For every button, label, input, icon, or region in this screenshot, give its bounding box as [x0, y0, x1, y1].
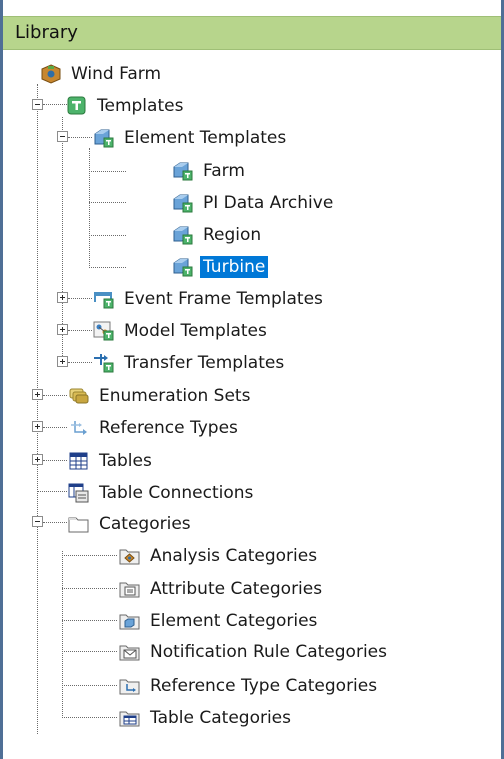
database-icon: [40, 64, 62, 84]
tree-node-label: Analysis Categories: [150, 546, 318, 566]
tree-branch: [37, 491, 67, 492]
folder-icon: [68, 514, 90, 534]
tree-branch: [62, 717, 117, 718]
table-connection-icon: [68, 483, 90, 503]
tree-line-categories: [62, 551, 63, 718]
tree-branch: [68, 362, 92, 363]
tree-node-label: Wind Farm: [71, 64, 162, 84]
library-tree: Wind Farm Templates Element Templates Fa…: [0, 0, 504, 759]
expand-enumeration-sets-toggle[interactable]: [32, 389, 43, 400]
tree-node-label: Element Categories: [150, 611, 318, 631]
table-icon: [68, 451, 90, 471]
collapse-element-templates-toggle[interactable]: [57, 131, 68, 142]
tree-branch: [89, 171, 126, 172]
tree-line-root: [37, 84, 38, 734]
element-template-icon: [172, 193, 194, 213]
tree-node-label: Farm: [203, 161, 245, 181]
tree-node-label: Notification Rule Categories: [150, 642, 387, 662]
tree-node-label: Tables: [99, 451, 152, 471]
tree-node-label: Turbine: [200, 256, 269, 278]
tree-branch: [43, 522, 67, 523]
tree-branch: [62, 685, 117, 686]
library-panel: Library Wind Farm Templates Element Temp…: [0, 0, 504, 759]
expand-model-templates-toggle[interactable]: [57, 324, 68, 335]
tree-branch: [68, 137, 92, 138]
tree-node-label: Transfer Templates: [124, 353, 285, 373]
tree-node-label: Enumeration Sets: [99, 386, 251, 406]
element-template-icon: [172, 225, 194, 245]
tree-node-label: Reference Types: [99, 418, 238, 438]
tree-node-label: Templates: [97, 96, 184, 116]
expand-reference-types-toggle[interactable]: [32, 421, 43, 432]
tree-branch: [62, 555, 117, 556]
element-category-icon: [119, 611, 141, 631]
model-template-icon: [93, 321, 115, 341]
tree-branch: [62, 588, 117, 589]
tree-node-label: Categories: [99, 514, 191, 534]
element-template-icon: [172, 161, 194, 181]
tree-branch: [68, 298, 92, 299]
analysis-category-icon: [119, 546, 141, 566]
notification-rule-category-icon: [119, 642, 141, 662]
tree-node-label: Region: [203, 225, 262, 245]
expand-tables-toggle[interactable]: [32, 454, 43, 465]
tree-node-label: Table Categories: [150, 708, 291, 728]
enumeration-set-icon: [68, 386, 90, 406]
tree-branch: [89, 267, 126, 268]
tree-node-label: Element Templates: [124, 128, 287, 148]
expand-transfer-templates-toggle[interactable]: [57, 356, 68, 367]
event-frame-template-icon: [93, 289, 115, 309]
element-template-icon: [172, 257, 194, 277]
expand-event-frame-templates-toggle[interactable]: [57, 292, 68, 303]
reference-type-icon: [68, 418, 90, 438]
tree-branch: [89, 202, 126, 203]
collapse-categories-toggle[interactable]: [32, 516, 43, 527]
tree-node-label: Reference Type Categories: [150, 676, 378, 696]
reference-type-category-icon: [119, 676, 141, 696]
collapse-templates-toggle[interactable]: [32, 99, 43, 110]
tree-branch: [68, 330, 92, 331]
tree-line-element-templates: [89, 148, 90, 268]
tree-branch: [43, 460, 67, 461]
tree-branch: [43, 395, 67, 396]
attribute-category-icon: [119, 579, 141, 599]
tree-node-label: Table Connections: [99, 483, 254, 503]
tree-branch: [89, 235, 126, 236]
table-category-icon: [119, 708, 141, 728]
tree-node-label: Event Frame Templates: [124, 289, 323, 309]
templates-icon: [66, 96, 88, 116]
tree-branch: [62, 651, 117, 652]
element-template-icon: [93, 128, 115, 148]
tree-branch: [43, 104, 67, 105]
tree-node-label: Attribute Categories: [150, 579, 323, 599]
tree-node-label: Model Templates: [124, 321, 267, 341]
transfer-template-icon: [93, 353, 115, 373]
tree-branch: [43, 427, 67, 428]
tree-node-label: PI Data Archive: [203, 193, 334, 213]
tree-branch: [62, 620, 117, 621]
